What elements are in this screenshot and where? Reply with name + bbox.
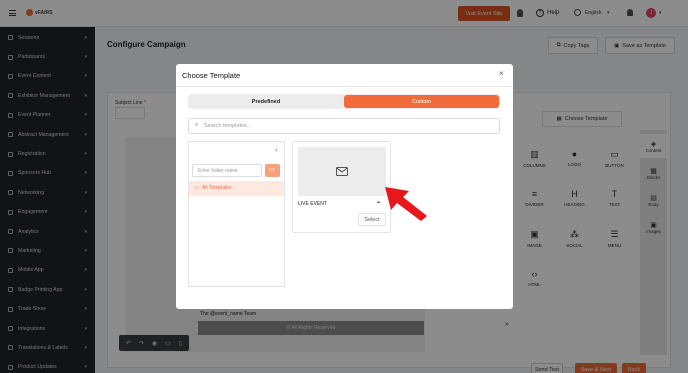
more-options-icon[interactable]: ••• bbox=[377, 200, 380, 206]
folder-panel: ‹ Enter folder name ▭ ▭ All Templates bbox=[188, 141, 285, 287]
add-folder-button[interactable]: ▭ bbox=[265, 164, 280, 177]
folder-label: All Templates bbox=[202, 185, 232, 191]
modal-divider bbox=[176, 86, 513, 87]
collapse-folder-icon[interactable]: ‹ bbox=[275, 147, 277, 154]
template-tabs: Predefined Custom bbox=[188, 94, 500, 109]
folder-icon: ▭ bbox=[194, 185, 199, 191]
template-card[interactable]: LIVE EVENT ••• Select bbox=[292, 141, 391, 233]
select-template-button[interactable]: Select bbox=[358, 213, 386, 226]
modal-title: Choose Template bbox=[182, 71, 241, 80]
annotation-arrow-icon bbox=[385, 187, 427, 221]
folder-item-all-templates[interactable]: ▭ All Templates bbox=[189, 181, 284, 196]
search-templates-field[interactable]: ⌕ Search templates... bbox=[188, 118, 500, 134]
template-thumbnail[interactable] bbox=[298, 147, 386, 196]
template-name: LIVE EVENT bbox=[298, 201, 327, 207]
mail-icon bbox=[336, 167, 348, 176]
search-input[interactable]: Search templates... bbox=[204, 123, 251, 129]
search-icon: ⌕ bbox=[195, 122, 199, 128]
folder-name-placeholder: Enter folder name bbox=[198, 168, 238, 174]
tab-predefined[interactable]: Predefined bbox=[188, 94, 344, 109]
tab-custom[interactable]: Custom bbox=[344, 95, 499, 108]
folder-plus-icon: ▭ bbox=[269, 167, 275, 173]
choose-template-modal: Choose Template × Predefined Custom ⌕ Se… bbox=[176, 64, 513, 309]
folder-name-input[interactable]: Enter folder name bbox=[192, 164, 262, 177]
close-icon[interactable]: × bbox=[499, 70, 504, 78]
